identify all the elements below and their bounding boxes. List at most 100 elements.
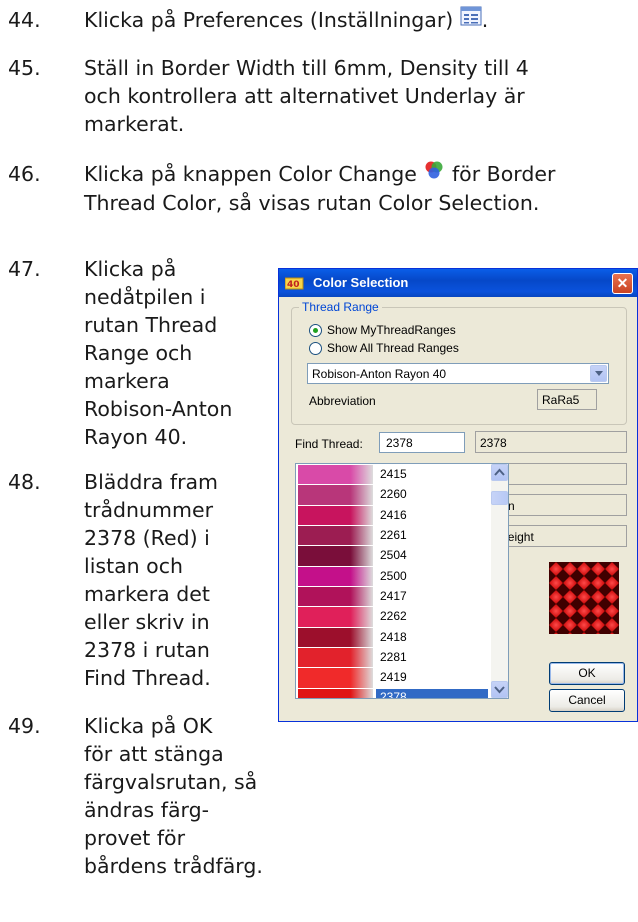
thread-code: 2504 [380,548,407,563]
find-thread-value: 2378 [386,436,413,450]
abbreviation-field: RaRa5 [537,389,597,410]
thread-color-swatch [298,648,373,668]
step-line: 2378 i rutan [84,638,210,662]
thread-row[interactable]: 2418 [296,627,492,648]
step-line: markera [84,369,170,393]
step-line: nedåtpilen i [84,285,206,309]
thread-row[interactable]: 2262 [296,606,492,627]
dialog-titlebar[interactable]: 40 Color Selection ✕ [279,269,637,297]
show-all-thread-ranges-radio[interactable] [309,342,322,355]
thread-code: 2417 [380,589,407,604]
thread-row[interactable]: 2419 [296,667,492,688]
thread-range-label: Thread Range [299,300,382,314]
thread-preview-swatch [549,562,619,634]
find-thread-label: Find Thread: [295,437,363,451]
step-number: 47. [8,257,41,281]
step-number: 48. [8,470,41,494]
step-line: rutan Thread [84,313,218,337]
thread-code: 2419 [380,670,407,685]
find-thread-input[interactable]: 2378 [379,432,465,453]
thread-color-swatch [298,587,373,607]
thread-color-swatch [298,546,373,566]
step-line: 2378 (Red) i [84,526,210,550]
scroll-down-button[interactable] [491,681,508,698]
preferences-icon [460,5,482,33]
thread-color-swatch [298,465,373,485]
thread-code: 2260 [380,487,407,502]
step-line: Klicka på [84,257,177,281]
step-line: Ställ in Border Width till 6mm, Density … [84,56,529,80]
step-line: för att stänga [84,742,224,766]
abbreviation-label: Abbreviation [309,394,376,408]
thread-code: 2261 [380,528,407,543]
thread-row[interactable]: 2378 [296,688,492,698]
step-line: Thread Color, så visas rutan Color Selec… [84,191,540,215]
scrollbar[interactable] [491,464,508,698]
thread-number-value: 2378 [480,436,507,450]
step-line: Rayon 40. [84,425,188,449]
dialog-title: Color Selection [313,275,409,290]
svg-text:40: 40 [287,280,300,290]
step-suffix: . [481,8,489,32]
abbreviation-value: RaRa5 [542,393,580,407]
thread-row[interactable]: 2261 [296,525,492,546]
color-selection-dialog: 40 Color Selection ✕ Thread Range Show M… [278,268,638,722]
thread-range-select[interactable]: Robison-Anton Rayon 40 [307,363,609,384]
show-all-thread-ranges-label[interactable]: Show All Thread Ranges [327,341,459,355]
step-line: bårdens trådfärg. [84,854,263,878]
step-text: Klicka på knappen Color Change [84,162,417,186]
thread-code: 2416 [380,507,407,522]
step-line: Range och [84,341,193,365]
step-text: Klicka på Preferences (Inställningar) [84,8,454,32]
thread-row[interactable]: 2500 [296,566,492,587]
thread-row[interactable]: 2417 [296,586,492,607]
show-my-thread-ranges-radio[interactable] [309,324,322,337]
cancel-button[interactable]: Cancel [549,689,625,712]
step-line: färgvalsrutan, så [84,770,258,794]
thread-list[interactable]: 2415 2260 2416 2261 2504 2500 2417 2262 2418 2281… [295,463,509,699]
step-number: 46. [8,162,41,186]
scroll-thumb[interactable] [491,491,508,505]
thread-code: 2378 [376,688,488,698]
thread-color-swatch [298,627,373,648]
step-line: och kontrollera att alternativet Underla… [84,84,525,108]
step-line: ändras färg- [84,798,210,822]
step-line: provet för [84,826,186,850]
thread-color-swatch [298,485,373,505]
step-line: listan och [84,554,183,578]
step-number: 44. [8,8,41,32]
step-line: markera det [84,582,210,606]
step-line: Klicka på OK [84,714,213,738]
chevron-down-icon[interactable] [590,365,607,382]
thread-range-value: Robison-Anton Rayon 40 [312,367,447,381]
thread-row[interactable]: 2416 [296,505,492,526]
thread-row[interactable]: 2260 [296,484,492,505]
step-line: Robison-Anton [84,397,233,421]
show-my-thread-ranges-label[interactable]: Show MyThreadRanges [327,323,456,337]
thread-color-swatch [298,688,373,698]
step-line: eller skriv in [84,610,210,634]
step-line: trådnummer [84,498,214,522]
app-icon: 40 [284,275,305,291]
thread-row[interactable]: 2415 [296,464,492,485]
thread-code: 2262 [380,609,407,624]
thread-color-swatch [298,566,373,587]
thread-row[interactable]: 2281 [296,647,492,668]
step-line: markerat. [84,112,185,136]
close-button[interactable]: ✕ [612,273,633,294]
thread-color-swatch [298,526,373,546]
ok-button[interactable]: OK [549,662,625,685]
step-number: 49. [8,714,41,738]
thread-code: 2281 [380,650,407,665]
scroll-up-button[interactable] [491,464,508,481]
thread-code: 2418 [380,629,407,644]
thread-code: 2500 [380,568,407,583]
step-line: Find Thread. [84,666,211,690]
thread-number-field: 2378 [475,431,627,453]
thread-color-swatch [298,607,373,627]
thread-color-swatch [298,668,373,688]
step-number: 45. [8,56,41,80]
thread-code: 2415 [380,467,407,481]
thread-row[interactable]: 2504 [296,545,492,566]
color-change-icon [423,159,445,187]
